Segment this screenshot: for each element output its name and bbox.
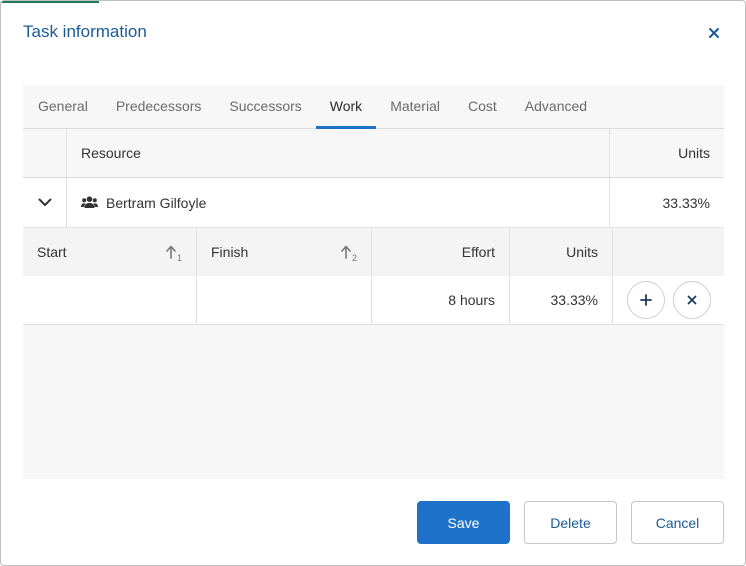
header-toggle-cell xyxy=(23,129,67,177)
resource-cell[interactable]: Bertram Gilfoyle xyxy=(67,178,610,227)
remove-assignment-button[interactable] xyxy=(672,281,711,319)
add-assignment-button[interactable] xyxy=(626,281,665,319)
x-icon xyxy=(687,295,696,305)
delete-button[interactable]: Delete xyxy=(524,501,617,544)
header-start[interactable]: Start 1 xyxy=(23,228,197,276)
tab-work[interactable]: Work xyxy=(315,85,377,129)
assignment-row[interactable]: 8 hours 33.33% xyxy=(23,276,724,325)
header-start-label: Start xyxy=(37,244,67,260)
tab-predecessors[interactable]: Predecessors xyxy=(102,85,216,128)
header-finish[interactable]: Finish 2 xyxy=(197,228,372,276)
expand-toggle[interactable] xyxy=(23,178,67,227)
header-finish-label: Finish xyxy=(211,244,249,260)
header-actions xyxy=(613,228,724,276)
arrow-up-icon xyxy=(166,245,176,259)
table-row[interactable]: Bertram Gilfoyle 33.33% xyxy=(23,178,724,228)
resource-units[interactable]: 33.33% xyxy=(610,178,724,227)
grid-header-row: Resource Units xyxy=(23,129,724,178)
close-icon xyxy=(709,28,719,38)
users-icon xyxy=(81,196,98,208)
finish-cell[interactable] xyxy=(197,276,372,324)
save-button[interactable]: Save xyxy=(417,501,510,544)
resource-name-wrap: Bertram Gilfoyle xyxy=(81,195,206,211)
start-cell[interactable] xyxy=(23,276,197,324)
header-effort[interactable]: Effort xyxy=(372,228,510,276)
top-accent-bar xyxy=(1,1,99,3)
tab-general[interactable]: General xyxy=(23,85,102,128)
arrow-up-icon xyxy=(341,245,351,259)
sort-order-start: 1 xyxy=(176,253,182,263)
resource-name: Bertram Gilfoyle xyxy=(106,194,207,211)
sort-indicator-start[interactable]: 1 xyxy=(166,245,182,263)
header-resource[interactable]: Resource xyxy=(67,129,610,177)
sort-order-finish: 2 xyxy=(351,253,357,263)
tab-successors[interactable]: Successors xyxy=(215,85,315,128)
tab-material[interactable]: Material xyxy=(376,85,454,128)
cancel-button[interactable]: Cancel xyxy=(631,501,724,544)
header-assignment-units[interactable]: Units xyxy=(510,228,613,276)
header-units[interactable]: Units xyxy=(610,129,724,177)
task-information-dialog: Task information General Predecessors Su… xyxy=(0,0,746,566)
tab-cost[interactable]: Cost xyxy=(454,85,511,128)
plus-icon xyxy=(639,294,652,306)
tab-advanced[interactable]: Advanced xyxy=(511,85,601,128)
close-button[interactable] xyxy=(703,22,725,44)
assignment-header-row: Start 1 Finish 2 Effort Units xyxy=(23,228,724,276)
effort-cell[interactable]: 8 hours xyxy=(372,276,510,324)
chevron-down-icon xyxy=(38,198,51,206)
row-actions xyxy=(613,276,724,324)
dialog-title: Task information xyxy=(23,22,147,41)
tab-bar: General Predecessors Successors Work Mat… xyxy=(23,85,724,129)
resource-grid: Resource Units Bertram Gilfoyle 33.33% S… xyxy=(23,129,724,479)
units-cell[interactable]: 33.33% xyxy=(510,276,613,324)
sort-indicator-finish[interactable]: 2 xyxy=(341,245,357,263)
